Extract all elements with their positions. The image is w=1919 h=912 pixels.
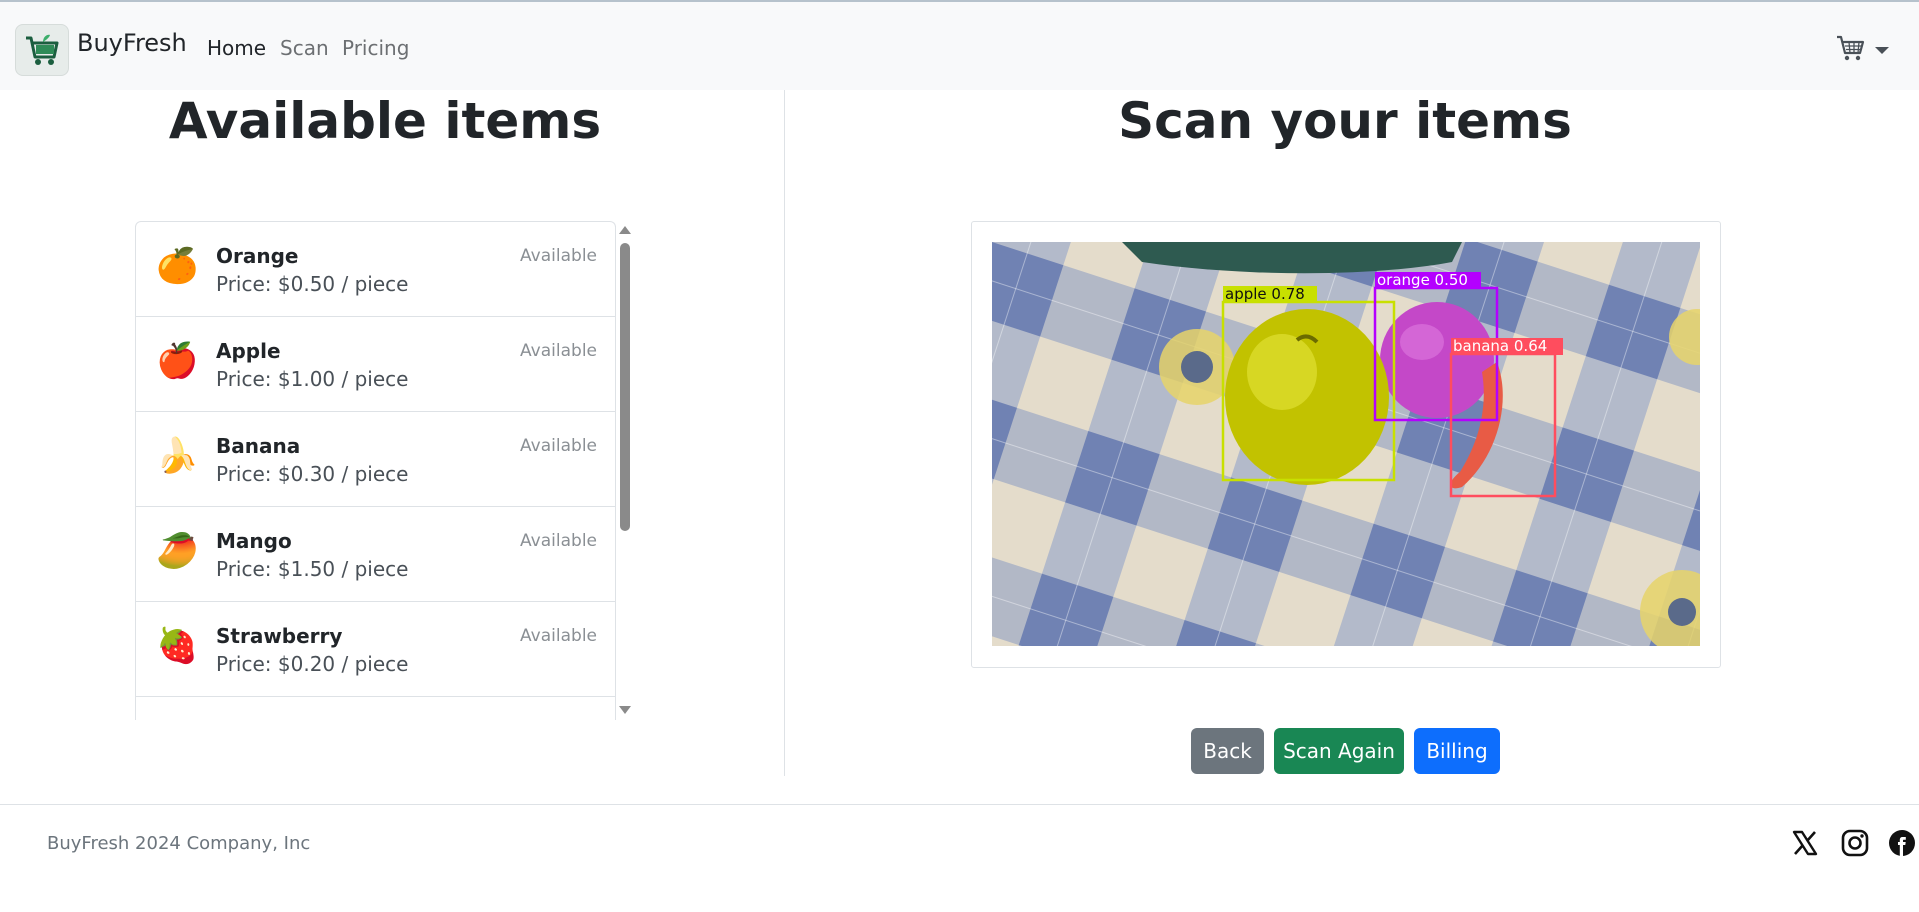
strawberry-icon: 🍓 xyxy=(156,626,199,666)
item-name: Banana xyxy=(216,434,301,458)
item-name: Strawberry xyxy=(216,624,343,648)
back-button[interactable]: Back xyxy=(1191,728,1264,774)
billing-button[interactable]: Billing xyxy=(1414,728,1500,774)
list-item[interactable]: 🍓 Strawberry Price: $0.20 / piece Availa… xyxy=(136,602,615,697)
list-item[interactable] xyxy=(136,697,615,720)
list-item[interactable]: 🥭 Mango Price: $1.50 / piece Available xyxy=(136,507,615,602)
list-item[interactable]: 🍎 Apple Price: $1.00 / piece Available xyxy=(136,317,615,412)
item-price: Price: $1.00 / piece xyxy=(216,367,409,391)
scan-result-image: apple 0.78 orange 0.50 banana 0.64 xyxy=(992,242,1700,646)
nav-scan-link[interactable]: Scan xyxy=(280,36,329,60)
navbar: BuyFresh Home Scan Pricing xyxy=(0,0,1919,90)
item-name: Orange xyxy=(216,244,299,268)
scroll-up-icon[interactable] xyxy=(619,226,631,234)
item-status: Available xyxy=(520,341,597,361)
scan-items-title: Scan your items xyxy=(1118,92,1572,150)
nav-home-link[interactable]: Home xyxy=(207,36,266,60)
list-scrollbar[interactable] xyxy=(617,221,633,720)
scrollbar-thumb[interactable] xyxy=(620,243,630,531)
orange-icon: 🍊 xyxy=(156,246,199,286)
instagram-icon[interactable] xyxy=(1839,827,1871,859)
footer-divider xyxy=(0,804,1919,805)
brand-logo-icon[interactable] xyxy=(15,24,69,76)
item-status: Available xyxy=(520,436,597,456)
nav-pricing-link[interactable]: Pricing xyxy=(342,36,409,60)
item-status: Available xyxy=(520,626,597,646)
item-price: Price: $1.50 / piece xyxy=(216,557,409,581)
detection-label-banana: banana 0.64 xyxy=(1453,337,1547,355)
facebook-icon[interactable] xyxy=(1887,827,1917,859)
item-status: Available xyxy=(520,246,597,266)
list-item[interactable]: 🍌 Banana Price: $0.30 / piece Available xyxy=(136,412,615,507)
item-name: Apple xyxy=(216,339,281,363)
item-price: Price: $0.20 / piece xyxy=(216,652,409,676)
available-items-title: Available items xyxy=(168,92,602,150)
scan-image-card: apple 0.78 orange 0.50 banana 0.64 xyxy=(971,221,1721,668)
column-divider xyxy=(784,90,785,776)
scroll-down-icon[interactable] xyxy=(619,706,631,714)
cart-icon xyxy=(1835,34,1865,66)
mango-icon: 🥭 xyxy=(156,531,199,571)
footer-copyright: BuyFresh 2024 Company, Inc xyxy=(47,833,311,854)
item-status: Available xyxy=(520,531,597,551)
scan-again-button[interactable]: Scan Again xyxy=(1274,728,1404,774)
apple-icon: 🍎 xyxy=(156,341,199,381)
cart-dropdown-button[interactable] xyxy=(1835,34,1889,66)
x-icon[interactable] xyxy=(1789,827,1821,859)
chevron-down-icon xyxy=(1875,46,1889,54)
item-name: Mango xyxy=(216,529,292,553)
detection-label-orange: orange 0.50 xyxy=(1377,271,1468,289)
items-list[interactable]: 🍊 Orange Price: $0.50 / piece Available … xyxy=(135,221,616,720)
item-price: Price: $0.30 / piece xyxy=(216,462,409,486)
item-price: Price: $0.50 / piece xyxy=(216,272,409,296)
banana-icon: 🍌 xyxy=(156,436,199,476)
partial-fruit-icon xyxy=(156,717,192,720)
brand-name[interactable]: BuyFresh xyxy=(77,29,187,57)
list-item[interactable]: 🍊 Orange Price: $0.50 / piece Available xyxy=(136,222,615,317)
detection-label-apple: apple 0.78 xyxy=(1225,285,1305,303)
